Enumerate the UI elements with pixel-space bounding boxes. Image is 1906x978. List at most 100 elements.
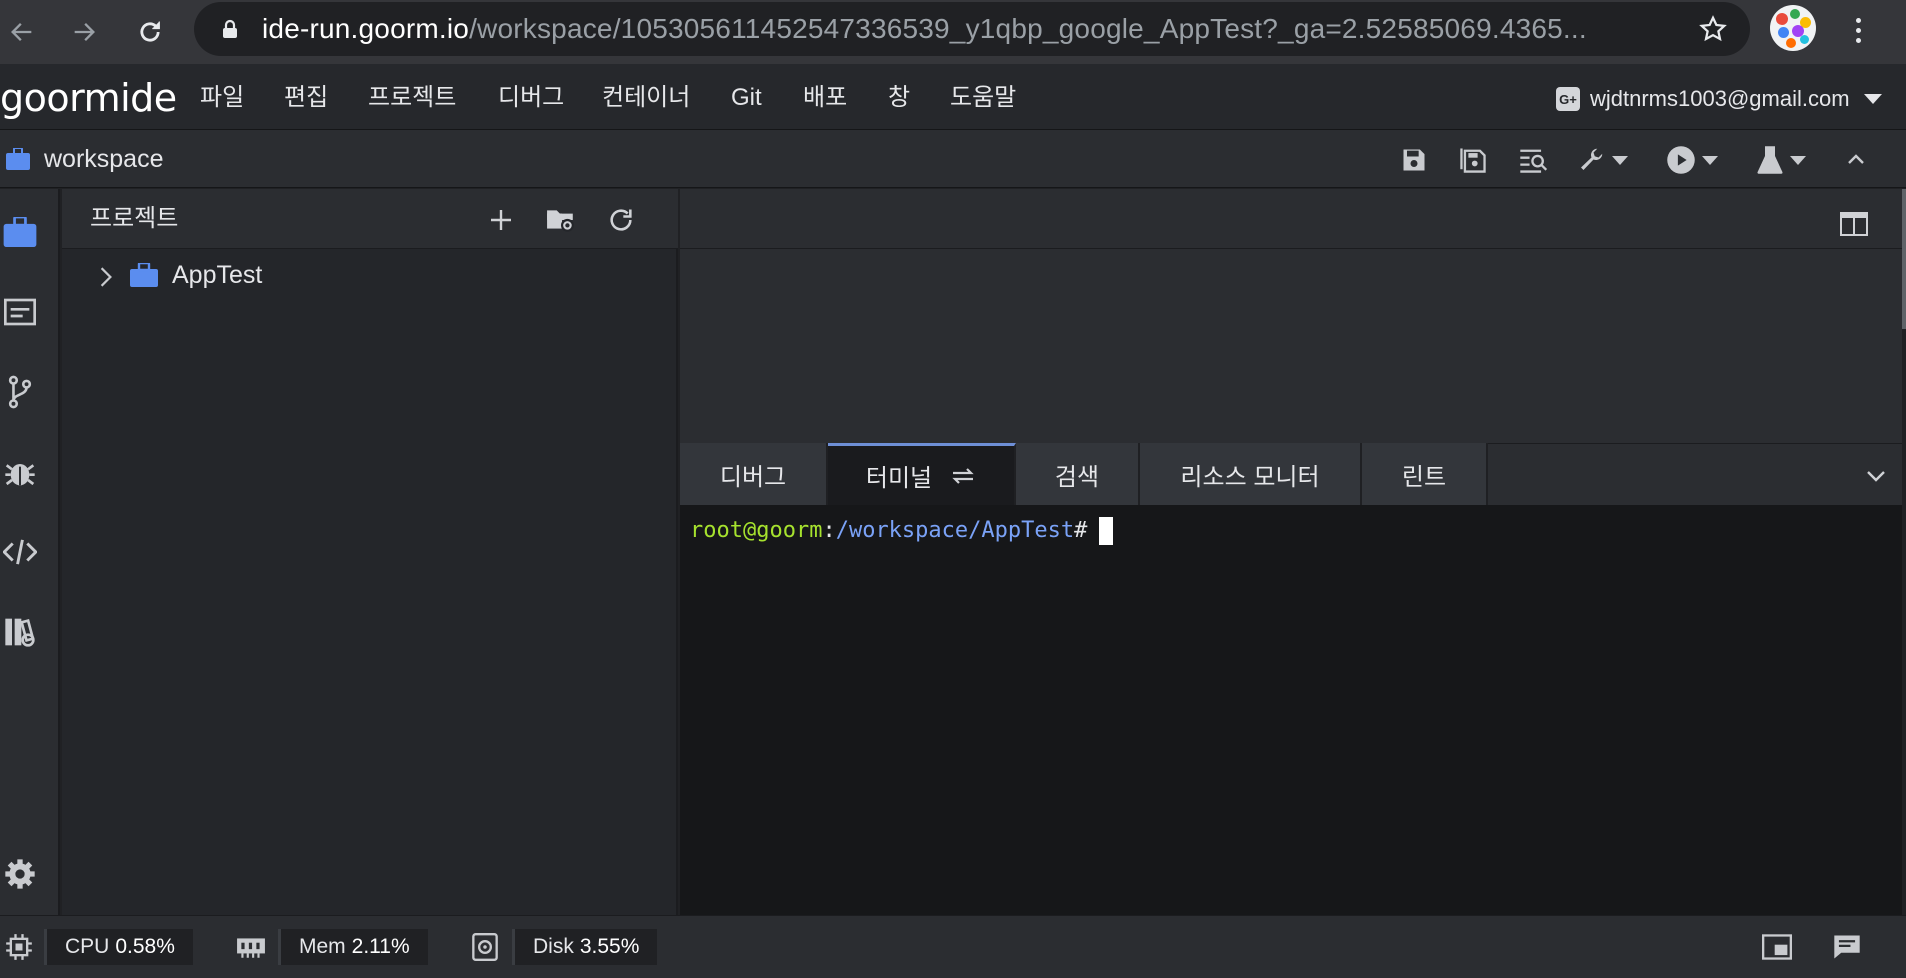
tab-lint[interactable]: 린트 [1362, 443, 1488, 505]
tab-resource-monitor[interactable]: 리소스 모니터 [1140, 443, 1362, 505]
back-button[interactable] [2, 12, 42, 52]
chevron-down-icon[interactable] [1864, 464, 1888, 488]
run-icon [1667, 146, 1695, 174]
menu-help[interactable]: 도움말 [950, 83, 1016, 113]
browser-menu-button[interactable] [1840, 10, 1876, 50]
build-tools-dropdown[interactable] [1576, 144, 1628, 176]
activity-settings[interactable] [0, 854, 40, 894]
project-settings-button[interactable] [546, 205, 576, 235]
mem-label: Mem [299, 935, 346, 958]
tab-label: 리소스 모니터 [1180, 463, 1320, 491]
profile-avatar[interactable] [1770, 5, 1816, 51]
project-folder-icon [130, 263, 158, 287]
workspace-title: workspace [44, 145, 164, 173]
arrow-right-icon [74, 23, 95, 41]
picture-in-picture-button[interactable] [1762, 932, 1792, 962]
settings-gear-icon [5, 859, 35, 889]
disk-value: 3.55% [579, 935, 640, 958]
debug-bug-icon [5, 464, 35, 486]
caret-down-icon [1863, 94, 1882, 104]
cpu-icon [4, 932, 34, 962]
save-all-button[interactable] [1458, 144, 1488, 176]
chat-button[interactable] [1832, 932, 1862, 962]
outline-icon [4, 298, 36, 326]
collapse-toolbar-button[interactable] [1844, 144, 1868, 176]
google-plus-icon: G+ [1556, 87, 1580, 111]
caret-down-icon [1612, 155, 1628, 165]
tab-terminal[interactable]: 터미널 [828, 443, 1016, 505]
run-dropdown[interactable] [1666, 144, 1718, 176]
chevron-right-icon[interactable] [98, 266, 114, 288]
menu-window[interactable]: 창 [888, 83, 910, 113]
tab-label: 터미널 [865, 465, 933, 492]
tab-label: 디버그 [719, 463, 787, 491]
bookmark-star-icon[interactable] [1698, 14, 1728, 44]
tree-item-label[interactable]: AppTest [172, 260, 262, 290]
git-branch-icon [8, 375, 32, 409]
menu-edit[interactable]: 편집 [284, 83, 328, 113]
menu-file[interactable]: 파일 [200, 83, 244, 113]
menu-container[interactable]: 컨테이너 [602, 83, 690, 113]
disk-icon [470, 932, 500, 962]
layout-icon [1762, 934, 1792, 960]
refresh-icon [610, 209, 632, 231]
briefcase-icon [6, 148, 30, 170]
plus-icon [491, 210, 511, 230]
activity-library[interactable] [0, 612, 40, 652]
terminal-separator: : [822, 518, 836, 543]
terminal-user: root@goorm [690, 518, 823, 543]
activity-outline[interactable] [0, 292, 40, 332]
menu-project[interactable]: 프로젝트 [368, 83, 456, 113]
save-button[interactable] [1400, 144, 1428, 176]
reload-button[interactable] [130, 12, 170, 52]
activity-git[interactable] [0, 372, 40, 412]
test-dropdown[interactable] [1756, 144, 1806, 176]
menu-debug[interactable]: 디버그 [498, 83, 564, 113]
tab-search[interactable]: 검색 [1016, 443, 1140, 505]
save-all-icon [1460, 148, 1486, 173]
forward-button[interactable] [64, 12, 104, 52]
activity-project-explorer[interactable] [0, 212, 40, 252]
collapse-up-icon [1848, 154, 1864, 164]
caret-down-icon [1790, 155, 1806, 165]
chat-icon [1834, 935, 1860, 959]
menu-deploy[interactable]: 배포 [803, 83, 847, 113]
new-project-button[interactable] [486, 205, 516, 235]
terminal-prompt-char: # [1074, 518, 1088, 543]
split-editor-icon[interactable] [1840, 212, 1868, 236]
address-bar[interactable]: ide-run.goorm.io/workspace/1053056114525… [194, 2, 1750, 56]
lock-icon [223, 19, 237, 38]
flask-icon [1757, 146, 1783, 174]
tab-label: 검색 [1054, 463, 1100, 491]
find-in-files-icon [1520, 149, 1548, 173]
project-explorer-title: 프로젝트 [90, 205, 179, 232]
activity-code[interactable] [0, 532, 40, 572]
mem-value: 2.11% [351, 935, 410, 958]
account-email: wjdtnrms1003@gmail.com [1590, 86, 1850, 111]
cpu-label: CPU [65, 935, 110, 958]
cpu-usage[interactable]: CPU 0.58% [44, 929, 193, 965]
code-icon [3, 539, 37, 565]
terminal-path: /workspace/AppTest [835, 518, 1075, 543]
terminal-switch-icon[interactable] [950, 465, 976, 487]
tab-debug[interactable]: 디버그 [680, 443, 828, 505]
memory-usage[interactable]: Mem 2.11% [278, 929, 428, 965]
find-in-files-button[interactable] [1518, 144, 1548, 176]
disk-usage[interactable]: Disk 3.55% [512, 929, 658, 965]
wrench-icon [1581, 148, 1603, 170]
refresh-projects-button[interactable] [606, 205, 636, 235]
tab-label: 린트 [1401, 463, 1447, 491]
editor-tab-strip [680, 189, 1902, 249]
arrow-left-icon [11, 23, 32, 41]
menu-git[interactable]: Git [731, 83, 762, 113]
url-text: ide-run.goorm.io/workspace/1053056114525… [262, 14, 1587, 44]
terminal-cursor [1099, 517, 1114, 545]
cpu-value: 0.58% [115, 935, 175, 958]
caret-down-icon [1702, 155, 1718, 165]
scrollbar[interactable] [1902, 189, 1906, 329]
activity-debug[interactable] [0, 452, 40, 492]
memory-icon [236, 932, 266, 962]
account-menu[interactable]: G+ wjdtnrms1003@gmail.com [1556, 84, 1882, 114]
disk-label: Disk [533, 935, 574, 958]
terminal-panel[interactable] [680, 505, 1902, 915]
